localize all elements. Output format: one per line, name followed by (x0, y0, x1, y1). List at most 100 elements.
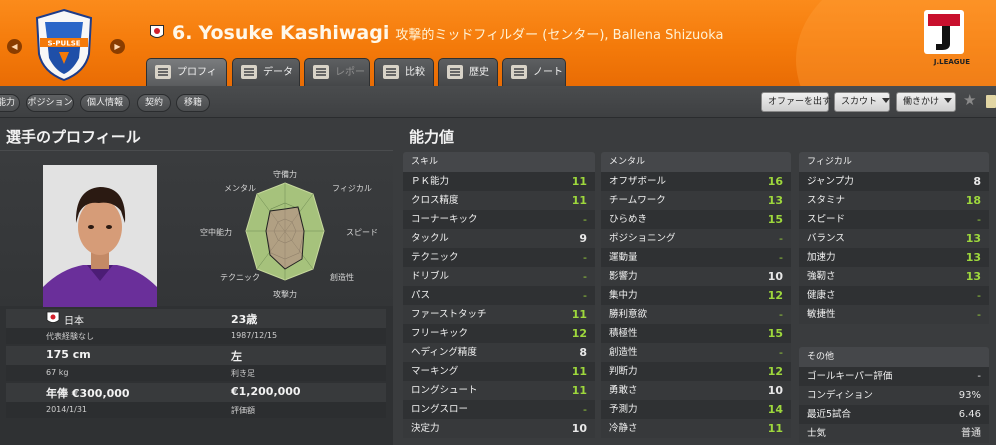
attribute-row[interactable]: 勇敢さ 10 (601, 381, 791, 400)
attribute-value: 11 (571, 175, 587, 188)
attribute-label: 決定力 (411, 423, 440, 434)
subnav-contract[interactable]: 契約 (137, 94, 171, 112)
attribute-value: 93% (958, 390, 981, 401)
attribute-row[interactable]: ドリブル - (403, 267, 595, 286)
attribute-value: 13 (965, 270, 981, 283)
previous-player-button[interactable]: ◀ (7, 39, 22, 54)
attribute-value: 12 (767, 289, 783, 302)
attribute-row[interactable]: フリーキック 12 (403, 324, 595, 343)
tab-history[interactable]: 歴史 (438, 58, 498, 86)
subnav-personal-info[interactable]: 個人情報 (80, 94, 130, 112)
attribute-label: 加速力 (807, 252, 836, 263)
next-player-button[interactable]: ▶ (110, 39, 125, 54)
attribute-row[interactable]: ロングスロー - (403, 400, 595, 419)
subnav-attributes[interactable]: 能力 (0, 94, 20, 112)
attribute-value: - (779, 232, 783, 245)
nationality: 日本 (64, 316, 84, 327)
attribute-row[interactable]: 創造性 - (601, 343, 791, 362)
info-row: 年俸 €300,000 €1,200,000 (6, 383, 386, 402)
radar-label-defence: 守備力 (273, 169, 297, 179)
star-icon[interactable]: ★ (963, 91, 976, 109)
attribute-row[interactable]: 最近5試合 6.46 (799, 405, 989, 424)
attribute-label: タックル (411, 233, 449, 244)
attribute-value: 11 (767, 422, 783, 435)
attribute-row[interactable]: 影響力 10 (601, 267, 791, 286)
attribute-label: ヘディング精度 (411, 347, 477, 358)
attribute-row[interactable]: スピード - (799, 210, 989, 229)
attribute-value: 普通 (961, 428, 981, 439)
attribute-row[interactable]: 健康さ - (799, 286, 989, 305)
attribute-row[interactable]: 運動量 - (601, 248, 791, 267)
physical-header: フィジカル (799, 152, 989, 172)
attribute-row[interactable]: ゴールキーパー評価 - (799, 367, 989, 386)
attribute-row[interactable]: ジャンプ力 8 (799, 172, 989, 191)
attribute-row[interactable]: 士気 普通 (799, 424, 989, 443)
attribute-value: 13 (965, 251, 981, 264)
attribute-value: 8 (973, 175, 981, 188)
attribute-row[interactable]: コーナーキック - (403, 210, 595, 229)
attribute-row[interactable]: タックル 9 (403, 229, 595, 248)
subnav-positions[interactable]: ポジション (26, 94, 74, 112)
tab-report[interactable]: レポート (304, 58, 370, 86)
tab-profile[interactable]: プロフィール (146, 58, 227, 86)
attribute-value: - (779, 251, 783, 264)
make-offer-button[interactable]: オファーを出す (761, 92, 831, 112)
attribute-value: 12 (571, 327, 587, 340)
attribute-row[interactable]: ＰＫ能力 11 (403, 172, 595, 191)
attribute-value: 13 (965, 232, 981, 245)
attribute-row[interactable]: ロングシュート 11 (403, 381, 595, 400)
attribute-row[interactable]: 強靭さ 13 (799, 267, 989, 286)
japan-flag-icon (150, 25, 164, 38)
attribute-label: 勇敢さ (609, 385, 638, 396)
crest-text: S-PULSE (47, 40, 80, 48)
attribute-row[interactable]: チームワーク 13 (601, 191, 791, 210)
attribute-row[interactable]: テクニック - (403, 248, 595, 267)
attribute-label: ＰＫ能力 (411, 176, 450, 187)
attribute-row[interactable]: 積極性 15 (601, 324, 791, 343)
attribute-row[interactable]: バランス 13 (799, 229, 989, 248)
attribute-row[interactable]: 予測力 14 (601, 400, 791, 419)
mental-list: オフザボール 16 チームワーク 13 ひらめき 15 ポジショニング - 運動量 - 影響力 10 集… (601, 172, 791, 438)
contract-end: 2014/1/31 (46, 405, 88, 414)
attribute-row[interactable]: 冷静さ 11 (601, 419, 791, 438)
attribute-value: 10 (767, 384, 783, 397)
attribute-label: 勝利意欲 (609, 309, 648, 320)
attribute-row[interactable]: 決定力 10 (403, 419, 595, 438)
attribute-label: コンディション (807, 390, 873, 401)
attribute-value: 11 (571, 365, 587, 378)
attribute-value: 11 (571, 194, 587, 207)
skills-list: ＰＫ能力 11 クロス精度 11 コーナーキック - タックル 9 テクニック - ドリブル - パス -… (403, 172, 595, 438)
attribute-row[interactable]: 勝利意欲 - (601, 305, 791, 324)
attribute-label: 集中力 (609, 290, 638, 301)
subnav-transfer[interactable]: 移籍 (176, 94, 210, 112)
attribute-row[interactable]: 敏捷性 - (799, 305, 989, 324)
attribute-row[interactable]: ポジショニング - (601, 229, 791, 248)
attribute-row[interactable]: オフザボール 16 (601, 172, 791, 191)
attribute-row[interactable]: ヘディング精度 8 (403, 343, 595, 362)
other-column: その他 ゴールキーパー評価 - コンディション 93% 最近5試合 6.46 士気 普通 (799, 347, 989, 443)
attribute-row[interactable]: ひらめき 15 (601, 210, 791, 229)
approach-button[interactable]: 働きかけ (896, 92, 956, 112)
attribute-row[interactable]: コンディション 93% (799, 386, 989, 405)
tab-data[interactable]: データ (232, 58, 300, 86)
attribute-row[interactable]: 判断力 12 (601, 362, 791, 381)
attribute-label: ひらめき (609, 214, 648, 225)
attribute-row[interactable]: マーキング 11 (403, 362, 595, 381)
attribute-row[interactable]: パス - (403, 286, 595, 305)
attribute-row[interactable]: スタミナ 18 (799, 191, 989, 210)
notepad-icon[interactable] (986, 95, 996, 108)
attribute-row[interactable]: 集中力 12 (601, 286, 791, 305)
scout-button[interactable]: スカウト (834, 92, 891, 112)
attribute-label: 影響力 (609, 271, 638, 282)
preferred-foot: 左 (231, 350, 242, 363)
physical-list: ジャンプ力 8 スタミナ 18 スピード - バランス 13 加速力 13 強靭さ 13 健康さ - 敏捷性… (799, 172, 989, 324)
attribute-row[interactable]: ファーストタッチ 11 (403, 305, 595, 324)
attribute-value: - (583, 403, 587, 416)
tab-label: プロフィール (177, 67, 217, 78)
tab-compare[interactable]: 比較 (374, 58, 434, 86)
tab-notes[interactable]: ノート (502, 58, 566, 86)
attribute-row[interactable]: クロス精度 11 (403, 191, 595, 210)
attribute-row[interactable]: 加速力 13 (799, 248, 989, 267)
preferred-foot-label: 利き足 (231, 369, 255, 378)
market-value-label: 評価額 (231, 406, 255, 415)
